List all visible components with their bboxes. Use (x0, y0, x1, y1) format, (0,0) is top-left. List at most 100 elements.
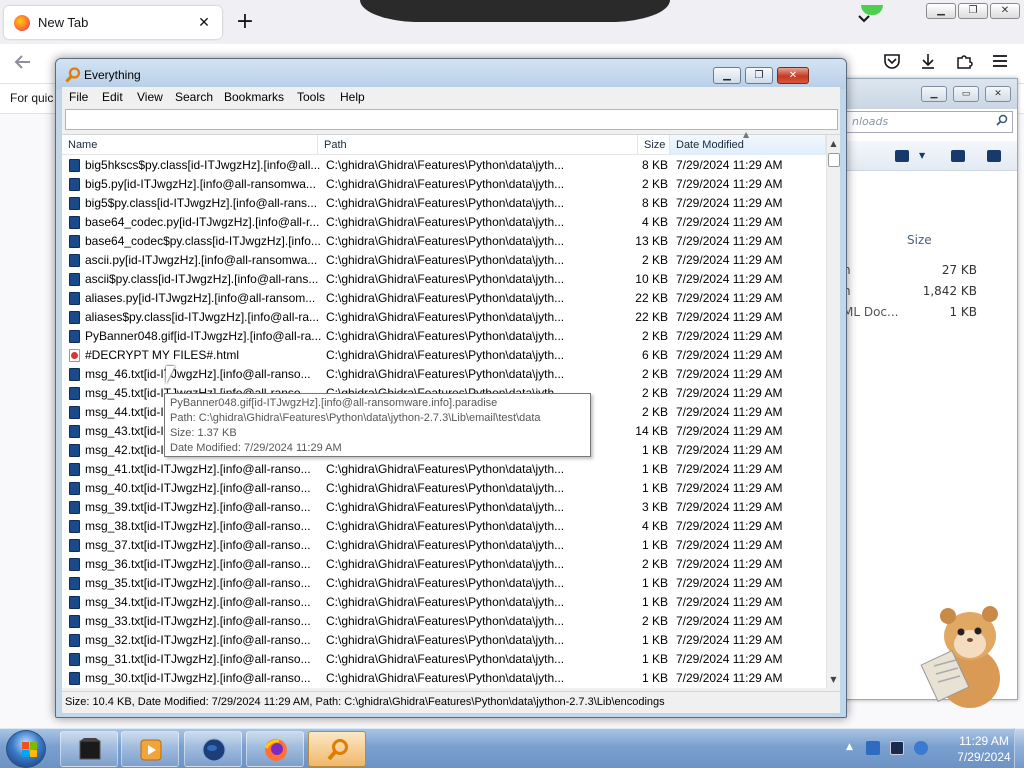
minimize-button[interactable]: ▁ (926, 3, 956, 19)
close-button[interactable]: ✕ (777, 67, 809, 84)
cell-date-modified: 7/29/2024 11:29 AM (676, 405, 783, 419)
close-button[interactable]: ✕ (990, 3, 1020, 19)
taskbar-app-media-player[interactable] (121, 731, 179, 767)
table-row[interactable]: msg_30.txt[id-ITJwgzHz].[info@all-ranso.… (62, 669, 825, 688)
explorer-minimize-button[interactable]: ▁ (921, 86, 947, 102)
maximize-button[interactable]: ❐ (958, 3, 988, 19)
table-row[interactable]: msg_37.txt[id-ITJwgzHz].[info@all-ranso.… (62, 536, 825, 555)
taskbar-app-terminal[interactable] (60, 731, 118, 767)
explorer-row-size: 1 KB (949, 305, 977, 319)
table-row[interactable]: msg_34.txt[id-ITJwgzHz].[info@all-ranso.… (62, 593, 825, 612)
cell-path: C:\ghidra\Ghidra\Features\Python\data\jy… (326, 291, 565, 305)
table-row[interactable]: #DECRYPT MY FILES#.html C:\ghidra\Ghidra\… (62, 346, 825, 365)
table-row[interactable]: msg_31.txt[id-ITJwgzHz].[info@all-ranso.… (62, 650, 825, 669)
menu-icon[interactable] (988, 52, 1012, 76)
explorer-row[interactable]: n 1,842 KB (839, 284, 1017, 305)
table-row[interactable]: base64_codec$py.class[id-ITJwgzHz].[info… (62, 232, 825, 251)
menu-bookmarks[interactable]: Bookmarks (224, 90, 284, 104)
menu-search[interactable]: Search (175, 90, 213, 104)
table-row[interactable]: big5$py.class[id-ITJwgzHz].[info@all-ran… (62, 194, 825, 213)
volume-icon[interactable] (914, 741, 928, 755)
view-dropdown-icon[interactable]: ▼ (919, 151, 925, 160)
file-icon (69, 558, 80, 571)
cell-name: base64_codec.py[id-ITJwgzHz].[info@all-r… (85, 215, 320, 229)
explorer-row-size: 27 KB (941, 263, 977, 277)
table-row[interactable]: msg_38.txt[id-ITJwgzHz].[info@all-ranso.… (62, 517, 825, 536)
table-row[interactable]: big5hkscs$py.class[id-ITJwgzHz].[info@al… (62, 156, 825, 175)
cell-date-modified: 7/29/2024 11:29 AM (676, 329, 783, 343)
explorer-close-button[interactable]: ✕ (985, 86, 1011, 102)
downloads-icon[interactable] (916, 52, 940, 76)
size-column-header[interactable]: Size (638, 135, 670, 155)
cell-size: 3 KB (641, 500, 668, 514)
table-row[interactable]: base64_codec.py[id-ITJwgzHz].[info@all-r… (62, 213, 825, 232)
table-row[interactable]: aliases.py[id-ITJwgzHz].[info@all-ransom… (62, 289, 825, 308)
cell-path: C:\ghidra\Ghidra\Features\Python\data\jy… (326, 253, 565, 267)
table-row[interactable]: ascii.py[id-ITJwgzHz].[info@all-ransomwa… (62, 251, 825, 270)
scroll-thumb[interactable] (828, 153, 840, 167)
minimize-button[interactable]: ▁ (713, 67, 741, 84)
menu-view[interactable]: View (137, 90, 163, 104)
search-icon[interactable] (996, 114, 1008, 129)
cell-name: msg_41.txt[id-ITJwgzHz].[info@all-ranso.… (85, 462, 311, 476)
table-row[interactable]: big5.py[id-ITJwgzHz].[info@all-ransomwa.… (62, 175, 825, 194)
cell-path: C:\ghidra\Ghidra\Features\Python\data\jy… (326, 196, 565, 210)
cell-name: big5hkscs$py.class[id-ITJwgzHz].[info@al… (85, 158, 321, 172)
menu-help[interactable]: Help (340, 90, 365, 104)
vertical-scrollbar[interactable]: ▲ ▼ (826, 135, 840, 689)
explorer-row[interactable]: n 27 KB (839, 263, 1017, 284)
view-icon[interactable] (895, 150, 909, 162)
scroll-up-arrow-icon[interactable]: ▲ (827, 139, 840, 151)
explorer-maximize-button[interactable]: ▭ (953, 86, 979, 102)
pocket-icon[interactable] (880, 52, 904, 76)
tab-close-button[interactable]: ✕ (196, 15, 212, 31)
name-column-header[interactable]: Name (62, 135, 318, 155)
new-tab-button[interactable]: + (234, 9, 256, 35)
network-icon[interactable] (890, 741, 904, 755)
taskbar-app-globe[interactable] (184, 731, 242, 767)
table-row[interactable]: ascii$py.class[id-ITJwgzHz].[info@all-ra… (62, 270, 825, 289)
help-icon[interactable] (987, 150, 1001, 162)
search-input[interactable] (65, 109, 838, 130)
clock[interactable]: 11:29 AM 7/29/2024 (946, 733, 1022, 765)
explorer-size-column-header[interactable]: Size (907, 233, 932, 247)
extensions-icon[interactable] (952, 52, 976, 76)
path-column-header[interactable]: Path (318, 135, 638, 155)
everything-window[interactable]: Everything ▁ ❐ ✕ File Edit View Search B… (55, 58, 847, 718)
table-row[interactable]: PyBanner048.gif[id-ITJwgzHz].[info@all-r… (62, 327, 825, 346)
table-row[interactable]: msg_39.txt[id-ITJwgzHz].[info@all-ranso.… (62, 498, 825, 517)
taskbar-app-everything[interactable] (308, 731, 366, 767)
table-row[interactable]: msg_32.txt[id-ITJwgzHz].[info@all-ranso.… (62, 631, 825, 650)
explorer-titlebar: ▁ ▭ ✕ (839, 79, 1017, 109)
start-button[interactable] (6, 730, 46, 768)
cell-date-modified: 7/29/2024 11:29 AM (676, 443, 783, 457)
menu-bar: File Edit View Search Bookmarks Tools He… (62, 87, 840, 107)
everything-titlebar[interactable]: Everything ▁ ❐ ✕ (56, 59, 846, 89)
preview-pane-icon[interactable] (951, 150, 965, 162)
clock-time: 11:29 AM (959, 734, 1009, 748)
scroll-down-arrow-icon[interactable]: ▼ (827, 675, 840, 687)
maximize-button[interactable]: ❐ (745, 67, 773, 84)
taskbar: ▲ 11:29 AM 7/29/2024 (0, 728, 1024, 768)
back-arrow-icon[interactable] (10, 52, 36, 76)
table-row[interactable]: msg_41.txt[id-ITJwgzHz].[info@all-ranso.… (62, 460, 825, 479)
table-row[interactable]: msg_40.txt[id-ITJwgzHz].[info@all-ranso.… (62, 479, 825, 498)
table-row[interactable]: msg_36.txt[id-ITJwgzHz].[info@all-ranso.… (62, 555, 825, 574)
explorer-row[interactable]: ML Doc... 1 KB (839, 305, 1017, 326)
table-row[interactable]: msg_35.txt[id-ITJwgzHz].[info@all-ranso.… (62, 574, 825, 593)
list-all-tabs-button[interactable] (852, 12, 876, 32)
tab-new-tab[interactable]: New Tab ✕ (4, 6, 222, 39)
explorer-search-input[interactable]: nloads (845, 111, 1013, 133)
table-row[interactable]: msg_46.txt[id-ITJwgzHz].[info@all-ranso.… (62, 365, 825, 384)
taskbar-app-firefox[interactable] (246, 731, 304, 767)
menu-edit[interactable]: Edit (102, 90, 123, 104)
table-row[interactable]: aliases$py.class[id-ITJwgzHz].[info@all-… (62, 308, 825, 327)
table-row[interactable]: msg_33.txt[id-ITJwgzHz].[info@all-ranso.… (62, 612, 825, 631)
menu-file[interactable]: File (69, 90, 88, 104)
menu-tools[interactable]: Tools (297, 90, 325, 104)
cell-date-modified: 7/29/2024 11:29 AM (676, 481, 783, 495)
show-desktop-button[interactable] (1014, 728, 1024, 768)
tray-app-icon[interactable] (866, 741, 880, 755)
firefox-icon (264, 739, 287, 761)
tray-expand-arrow-icon[interactable]: ▲ (846, 742, 853, 752)
